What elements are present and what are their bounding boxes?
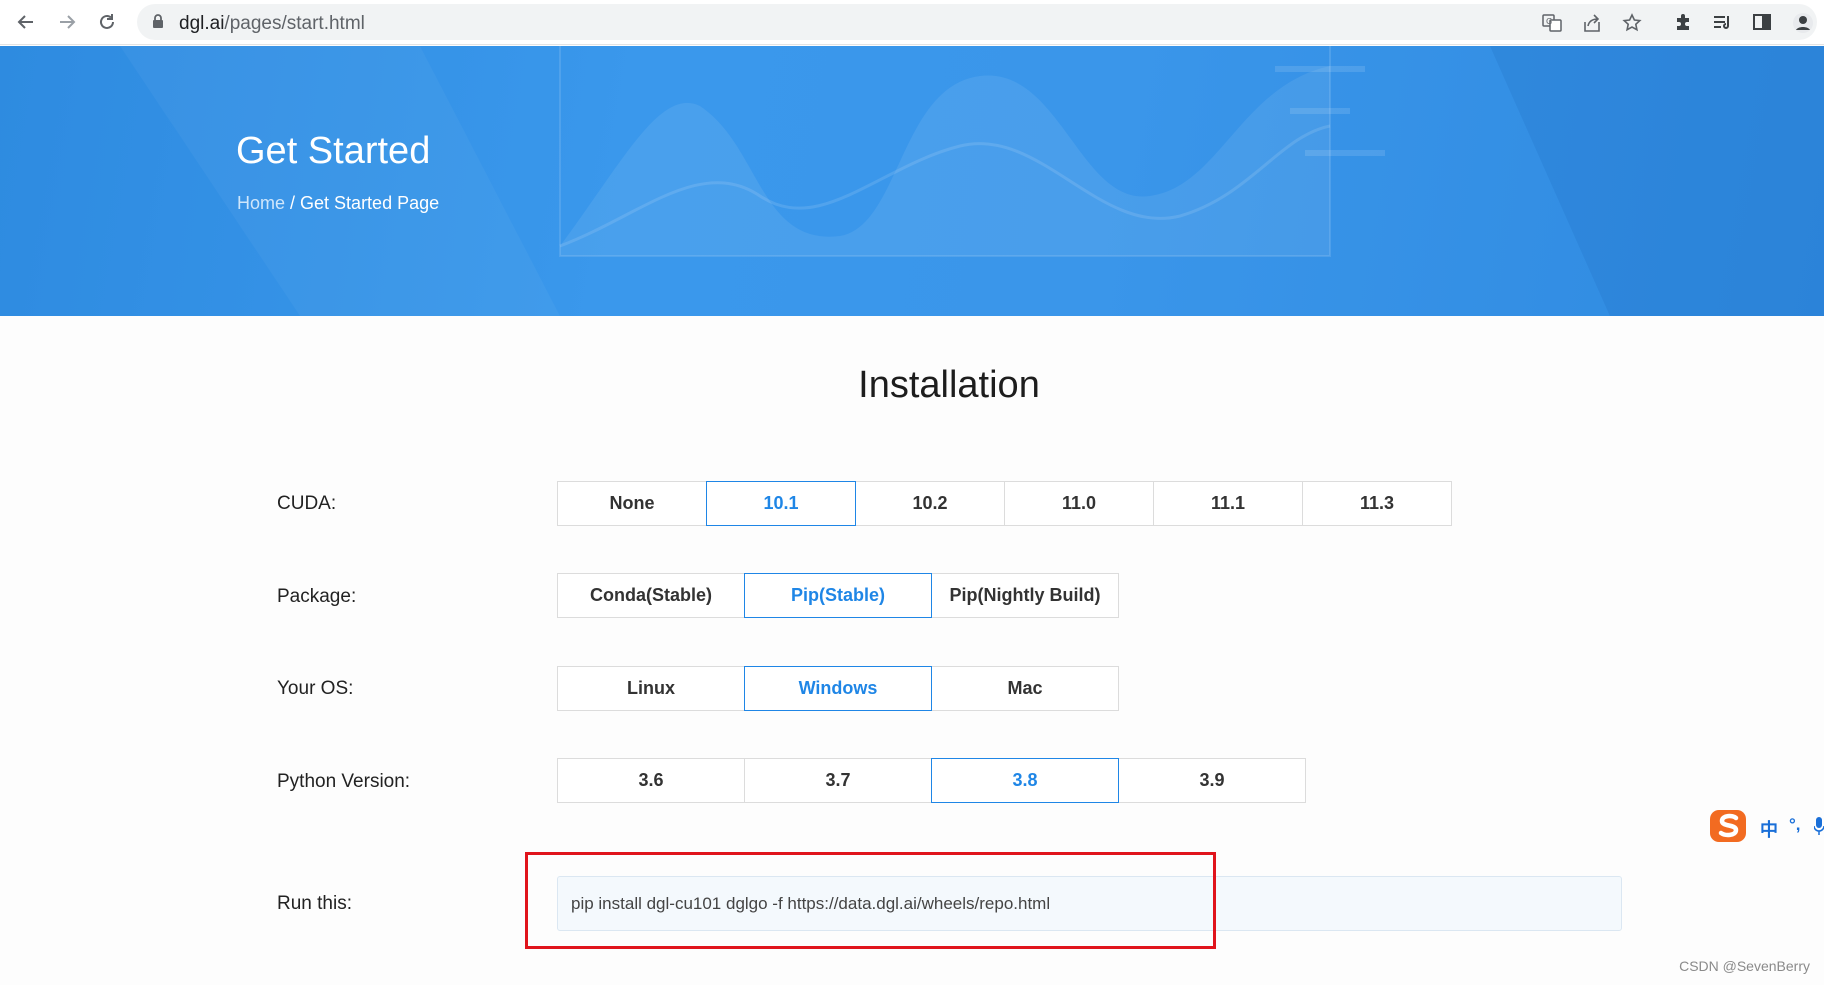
cuda-option-11-0[interactable]: 11.0 bbox=[1004, 481, 1154, 526]
address-bar[interactable]: dgl.ai/pages/start.html G bbox=[137, 4, 1817, 40]
forward-arrow-icon[interactable] bbox=[53, 8, 81, 36]
hero-title: Get Started bbox=[236, 130, 431, 172]
os-label: Your OS: bbox=[277, 678, 354, 699]
url-text[interactable]: dgl.ai/pages/start.html bbox=[179, 13, 365, 35]
python-version-options: 3.6 3.7 3.8 3.9 bbox=[557, 758, 1306, 803]
lock-icon[interactable] bbox=[152, 14, 164, 34]
bookmark-star-icon[interactable] bbox=[1622, 13, 1642, 33]
cuda-option-10-1[interactable]: 10.1 bbox=[706, 481, 856, 526]
profile-avatar-icon[interactable] bbox=[1792, 12, 1813, 33]
side-panel-icon[interactable] bbox=[1752, 12, 1772, 32]
os-options: Linux Windows Mac bbox=[557, 666, 1119, 711]
ime-punctuation-indicator[interactable]: °, bbox=[1789, 815, 1801, 835]
breadcrumb: Home / Get Started Page bbox=[237, 193, 439, 214]
cuda-options: None 10.1 10.2 11.0 11.1 11.3 bbox=[557, 481, 1452, 526]
back-arrow-icon[interactable] bbox=[12, 8, 40, 36]
svg-text:G: G bbox=[1546, 17, 1552, 26]
python-option-3-7[interactable]: 3.7 bbox=[744, 758, 932, 803]
breadcrumb-current: Get Started Page bbox=[300, 193, 440, 213]
hero-background-graphic bbox=[120, 46, 1824, 316]
python-option-3-8[interactable]: 3.8 bbox=[931, 758, 1119, 803]
translate-icon[interactable]: G bbox=[1542, 13, 1562, 33]
os-option-windows[interactable]: Windows bbox=[744, 666, 932, 711]
python-option-3-9[interactable]: 3.9 bbox=[1118, 758, 1306, 803]
ime-toolbar[interactable]: 中 °, bbox=[1708, 808, 1824, 844]
url-host: dgl.ai bbox=[179, 13, 225, 34]
microphone-icon[interactable] bbox=[1813, 816, 1824, 841]
package-label: Package: bbox=[277, 586, 357, 607]
cuda-option-11-3[interactable]: 11.3 bbox=[1302, 481, 1452, 526]
cuda-option-none[interactable]: None bbox=[557, 481, 707, 526]
python-version-label: Python Version: bbox=[277, 771, 411, 792]
extensions-puzzle-icon[interactable] bbox=[1673, 12, 1693, 32]
csdn-watermark: CSDN @SevenBerry bbox=[1679, 958, 1810, 974]
run-this-label: Run this: bbox=[277, 893, 352, 914]
breadcrumb-home-link[interactable]: Home bbox=[237, 193, 285, 213]
hero-banner: Get Started Home / Get Started Page bbox=[0, 46, 1824, 316]
red-highlight-annotation bbox=[525, 852, 1216, 949]
browser-toolbar: dgl.ai/pages/start.html G bbox=[0, 0, 1824, 45]
installation-title: Installation bbox=[858, 364, 1040, 406]
os-option-linux[interactable]: Linux bbox=[557, 666, 745, 711]
package-option-conda-stable[interactable]: Conda(Stable) bbox=[557, 573, 745, 618]
ime-language-indicator[interactable]: 中 bbox=[1760, 816, 1778, 842]
reload-icon[interactable] bbox=[93, 8, 121, 36]
share-icon[interactable] bbox=[1582, 13, 1602, 33]
python-option-3-6[interactable]: 3.6 bbox=[557, 758, 745, 803]
cuda-option-11-1[interactable]: 11.1 bbox=[1153, 481, 1303, 526]
os-option-mac[interactable]: Mac bbox=[931, 666, 1119, 711]
url-path: /pages/start.html bbox=[224, 13, 365, 34]
package-option-pip-stable[interactable]: Pip(Stable) bbox=[744, 573, 932, 618]
package-options: Conda(Stable) Pip(Stable) Pip(Nightly Bu… bbox=[557, 573, 1119, 618]
breadcrumb-separator: / bbox=[285, 193, 301, 213]
cuda-label: CUDA: bbox=[277, 493, 337, 514]
cuda-option-10-2[interactable]: 10.2 bbox=[855, 481, 1005, 526]
reading-list-icon[interactable] bbox=[1712, 12, 1732, 32]
package-option-pip-nightly[interactable]: Pip(Nightly Build) bbox=[931, 573, 1119, 618]
